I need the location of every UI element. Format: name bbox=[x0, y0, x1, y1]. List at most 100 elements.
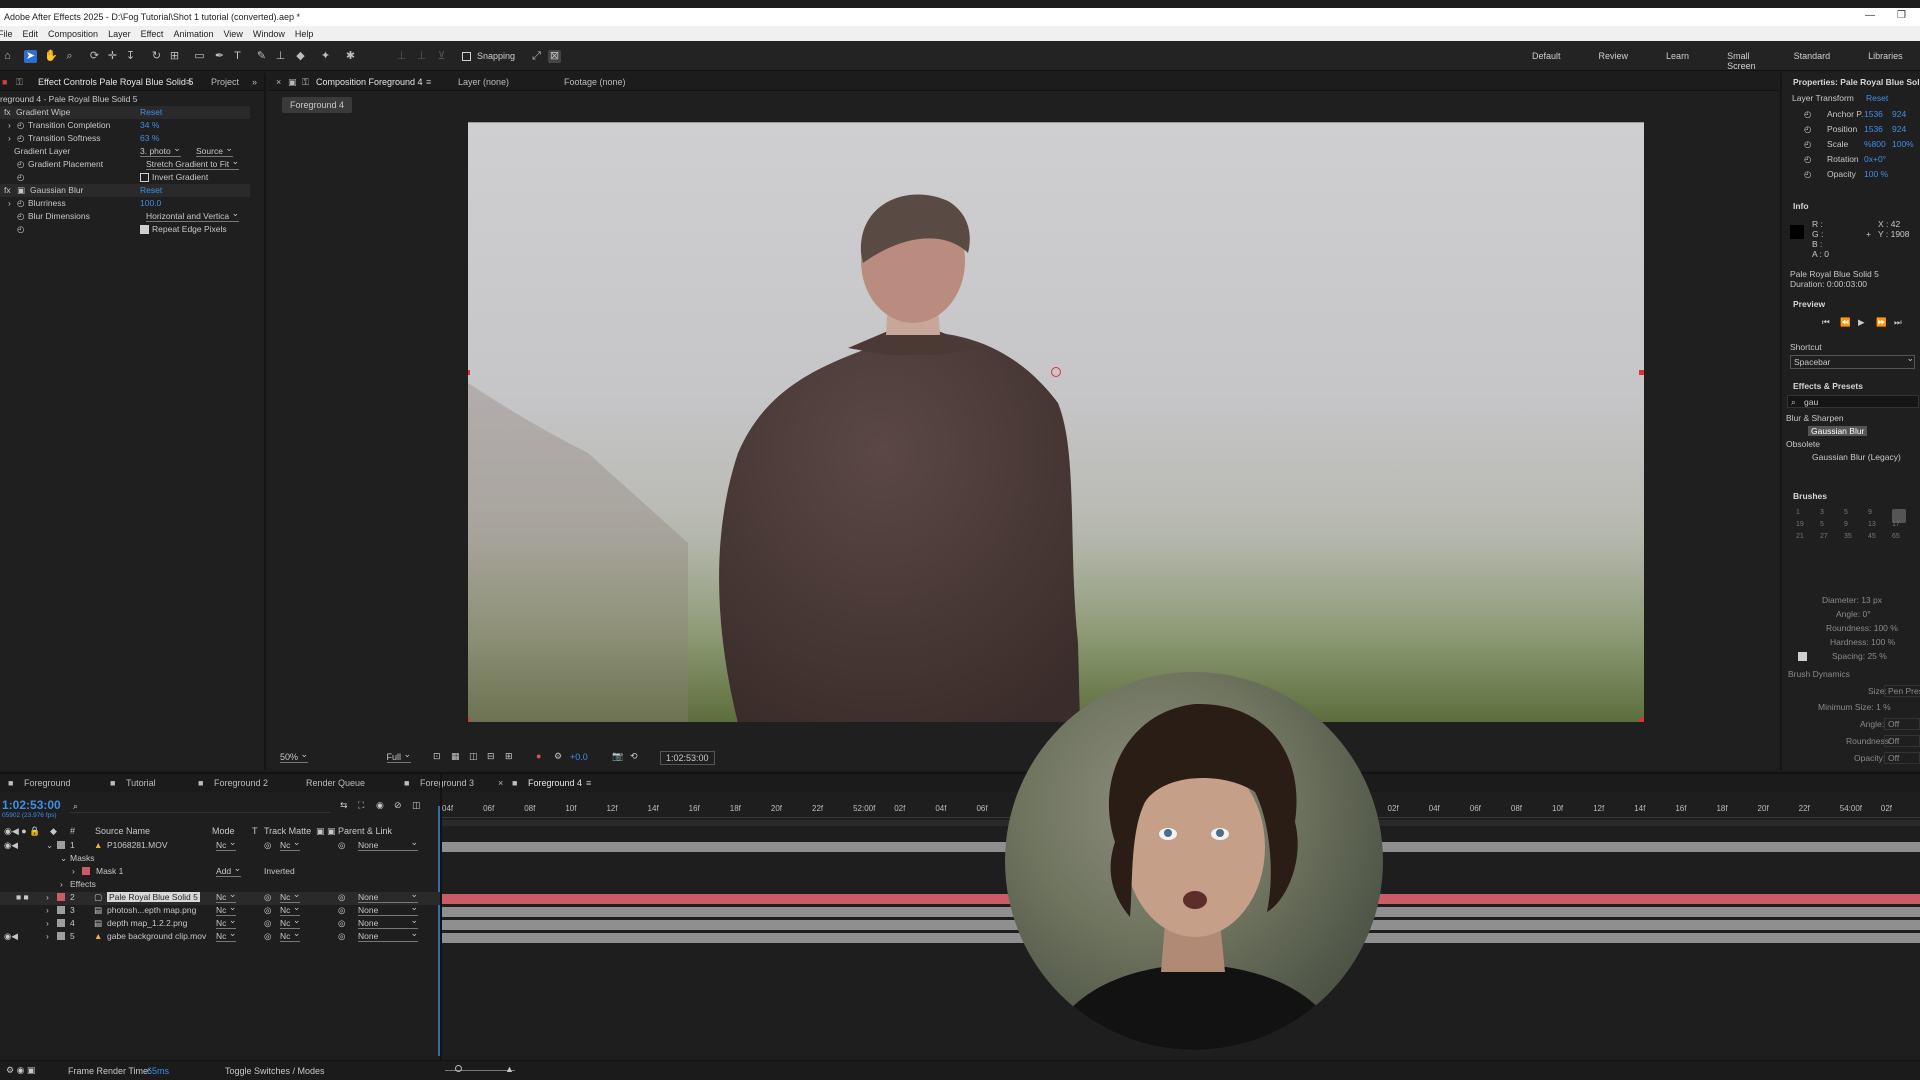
composition-viewer[interactable] bbox=[468, 122, 1644, 722]
graph-editor-icon[interactable]: ◫ bbox=[412, 800, 421, 811]
tab-foreground-4[interactable]: Foreground 4 bbox=[528, 778, 582, 788]
brush-grid[interactable]: 1 3 5 9 19 5 9 13 17 21 27 35 45 65 bbox=[1796, 509, 1916, 579]
workspace-review[interactable]: Review bbox=[1599, 51, 1629, 71]
brush-tip[interactable]: 3 bbox=[1820, 509, 1844, 521]
gradient-source-dropdown[interactable]: Source bbox=[196, 143, 233, 157]
blend-mode-dropdown[interactable]: Nc bbox=[216, 837, 237, 851]
effect-gradient-wipe[interactable]: fx Gradient Wipe Reset bbox=[0, 106, 250, 119]
menu-window[interactable]: Window bbox=[253, 29, 285, 39]
tab-project[interactable]: Project bbox=[211, 77, 239, 87]
brush-roundness-dropdown[interactable]: Off bbox=[1884, 735, 1920, 747]
transition-softness-value[interactable]: 63 % bbox=[140, 133, 159, 143]
hand-tool-icon[interactable]: ✋ bbox=[44, 50, 58, 63]
brush-tip[interactable]: 21 bbox=[1796, 533, 1820, 545]
timecode-display[interactable]: 1:02:53:00 bbox=[660, 751, 715, 765]
chevron-right-icon[interactable]: › bbox=[60, 879, 63, 889]
workspace-libraries[interactable]: Libraries bbox=[1868, 51, 1903, 71]
brush-tip[interactable]: 9 bbox=[1844, 521, 1868, 533]
obsolete-group[interactable]: Obsolete bbox=[1786, 439, 1820, 449]
track-matte-dropdown[interactable]: Nc bbox=[280, 928, 301, 942]
label-color-swatch[interactable] bbox=[57, 919, 65, 927]
tab-tutorial[interactable]: Tutorial bbox=[126, 778, 156, 788]
shortcut-dropdown[interactable]: Spacebar bbox=[1790, 353, 1915, 369]
parent-dropdown[interactable]: None bbox=[358, 928, 418, 942]
exposure-value[interactable]: +0.0 bbox=[570, 752, 588, 762]
more-tabs-icon[interactable]: » bbox=[252, 77, 257, 87]
fx-icon[interactable]: fx bbox=[4, 185, 11, 195]
draft-3d-icon[interactable]: ⛶ bbox=[358, 800, 364, 811]
lock-icon[interactable]: ⚿ bbox=[302, 77, 309, 88]
menu-effect[interactable]: Effect bbox=[141, 29, 164, 39]
parent-pickwhip-icon[interactable]: ◎ bbox=[338, 931, 345, 942]
menu-composition[interactable]: Composition bbox=[48, 29, 98, 39]
fit-region-icon[interactable]: ⊡ bbox=[433, 751, 441, 762]
anchor-point-icon[interactable] bbox=[1051, 367, 1061, 377]
layer-name[interactable]: depth map_1.2.2.png bbox=[107, 918, 187, 928]
parent-dropdown[interactable]: None bbox=[358, 837, 418, 851]
brush-tip[interactable]: 45 bbox=[1868, 533, 1892, 545]
status-icons[interactable]: ⚙ ◉ ▣ bbox=[6, 1065, 35, 1076]
stopwatch-icon[interactable]: ◴ bbox=[17, 211, 24, 222]
minimize-button[interactable]: — bbox=[1865, 10, 1875, 21]
pan-behind-tool-icon[interactable]: ⊞ bbox=[168, 50, 181, 63]
guides-icon[interactable]: ⊟ bbox=[487, 751, 495, 762]
brush-tip[interactable]: 19 bbox=[1796, 521, 1820, 533]
brush-opacity-dropdown[interactable]: Off bbox=[1884, 752, 1920, 764]
clone-stamp-tool-icon[interactable]: ⊥ bbox=[274, 50, 287, 63]
menu-file[interactable]: File bbox=[0, 29, 13, 39]
tab-foreground-3[interactable]: Foreground 3 bbox=[420, 778, 474, 788]
layer-handle-right[interactable] bbox=[1639, 370, 1644, 375]
tab-layer[interactable]: Layer (none) bbox=[458, 77, 509, 87]
chevron-right-icon[interactable]: › bbox=[72, 866, 75, 876]
workspace-default[interactable]: Default bbox=[1532, 51, 1561, 71]
eraser-tool-icon[interactable]: ◆ bbox=[294, 50, 307, 63]
home-icon[interactable]: ⌂ bbox=[1, 50, 14, 63]
stopwatch-icon[interactable]: ◴ bbox=[17, 172, 24, 183]
menu-edit[interactable]: Edit bbox=[23, 29, 39, 39]
chevron-right-icon[interactable]: › bbox=[46, 918, 49, 928]
solo-icon[interactable]: ■ ■ bbox=[16, 892, 29, 902]
tab-render-queue[interactable]: Render Queue bbox=[306, 778, 365, 788]
parent-dropdown[interactable]: None bbox=[358, 902, 418, 916]
zoom-tool-icon[interactable]: ⌕ bbox=[63, 50, 76, 63]
color-management-icon[interactable]: ⚙ bbox=[554, 751, 562, 762]
brush-tip[interactable]: 27 bbox=[1820, 533, 1844, 545]
lock-icon[interactable]: ⚿ bbox=[16, 77, 23, 88]
tab-footage[interactable]: Footage (none) bbox=[564, 77, 626, 87]
panel-menu-icon[interactable]: ≡ bbox=[426, 77, 431, 87]
snapshot-icon[interactable]: 📷 bbox=[612, 751, 623, 762]
orbit-tool-icon[interactable]: ⟳ bbox=[88, 50, 101, 63]
menu-layer[interactable]: Layer bbox=[108, 29, 131, 39]
mask-mode-dropdown[interactable]: Add bbox=[216, 863, 241, 877]
spacing-checkbox[interactable] bbox=[1798, 652, 1807, 661]
mask-color-swatch[interactable] bbox=[82, 867, 90, 875]
track-matte-pickwhip-icon[interactable]: ◎ bbox=[264, 918, 271, 929]
brush-size-dropdown[interactable]: Pen Pressure bbox=[1884, 685, 1920, 697]
anchor-x-value[interactable]: 1536 bbox=[1864, 109, 1883, 119]
comp-flowchart-icon[interactable]: ⇆ bbox=[340, 800, 348, 811]
parent-pickwhip-icon[interactable]: ◎ bbox=[338, 905, 345, 916]
tab-foreground-2[interactable]: Foreground 2 bbox=[214, 778, 268, 788]
col-source-name[interactable]: Source Name bbox=[95, 826, 150, 836]
dolly-tool-icon[interactable]: ↧ bbox=[124, 50, 137, 63]
roto-brush-tool-icon[interactable]: ✦ bbox=[319, 50, 332, 63]
pan-tool-icon[interactable]: ✛ bbox=[106, 50, 119, 63]
mask-visibility-icon[interactable]: ◫ bbox=[469, 751, 478, 762]
label-color-swatch[interactable] bbox=[57, 893, 65, 901]
transparency-grid-icon[interactable]: ▦ bbox=[451, 751, 460, 762]
brush-angle-dropdown[interactable]: Off bbox=[1884, 718, 1920, 730]
panel-menu-icon[interactable]: ≡ bbox=[186, 77, 191, 87]
repeat-edge-checkbox[interactable] bbox=[140, 225, 149, 234]
blur-dimensions-dropdown[interactable]: Horizontal and Vertica bbox=[146, 208, 239, 222]
brush-tip[interactable]: 35 bbox=[1844, 533, 1868, 545]
transition-completion-value[interactable]: 34 % bbox=[140, 120, 159, 130]
zoom-dropdown[interactable]: 50% bbox=[280, 749, 308, 763]
rotate-tool-icon[interactable]: ↻ bbox=[150, 50, 163, 63]
layer-handle-bottom-right[interactable] bbox=[1639, 718, 1644, 722]
layer-name[interactable]: photosh...epth map.png bbox=[107, 905, 196, 915]
menu-help[interactable]: Help bbox=[295, 29, 314, 39]
label-color-swatch[interactable] bbox=[57, 906, 65, 914]
layer-handle-bottom-left[interactable] bbox=[468, 718, 470, 722]
reset-button[interactable]: Reset bbox=[140, 185, 162, 195]
position-y-value[interactable]: 924 bbox=[1892, 124, 1906, 134]
